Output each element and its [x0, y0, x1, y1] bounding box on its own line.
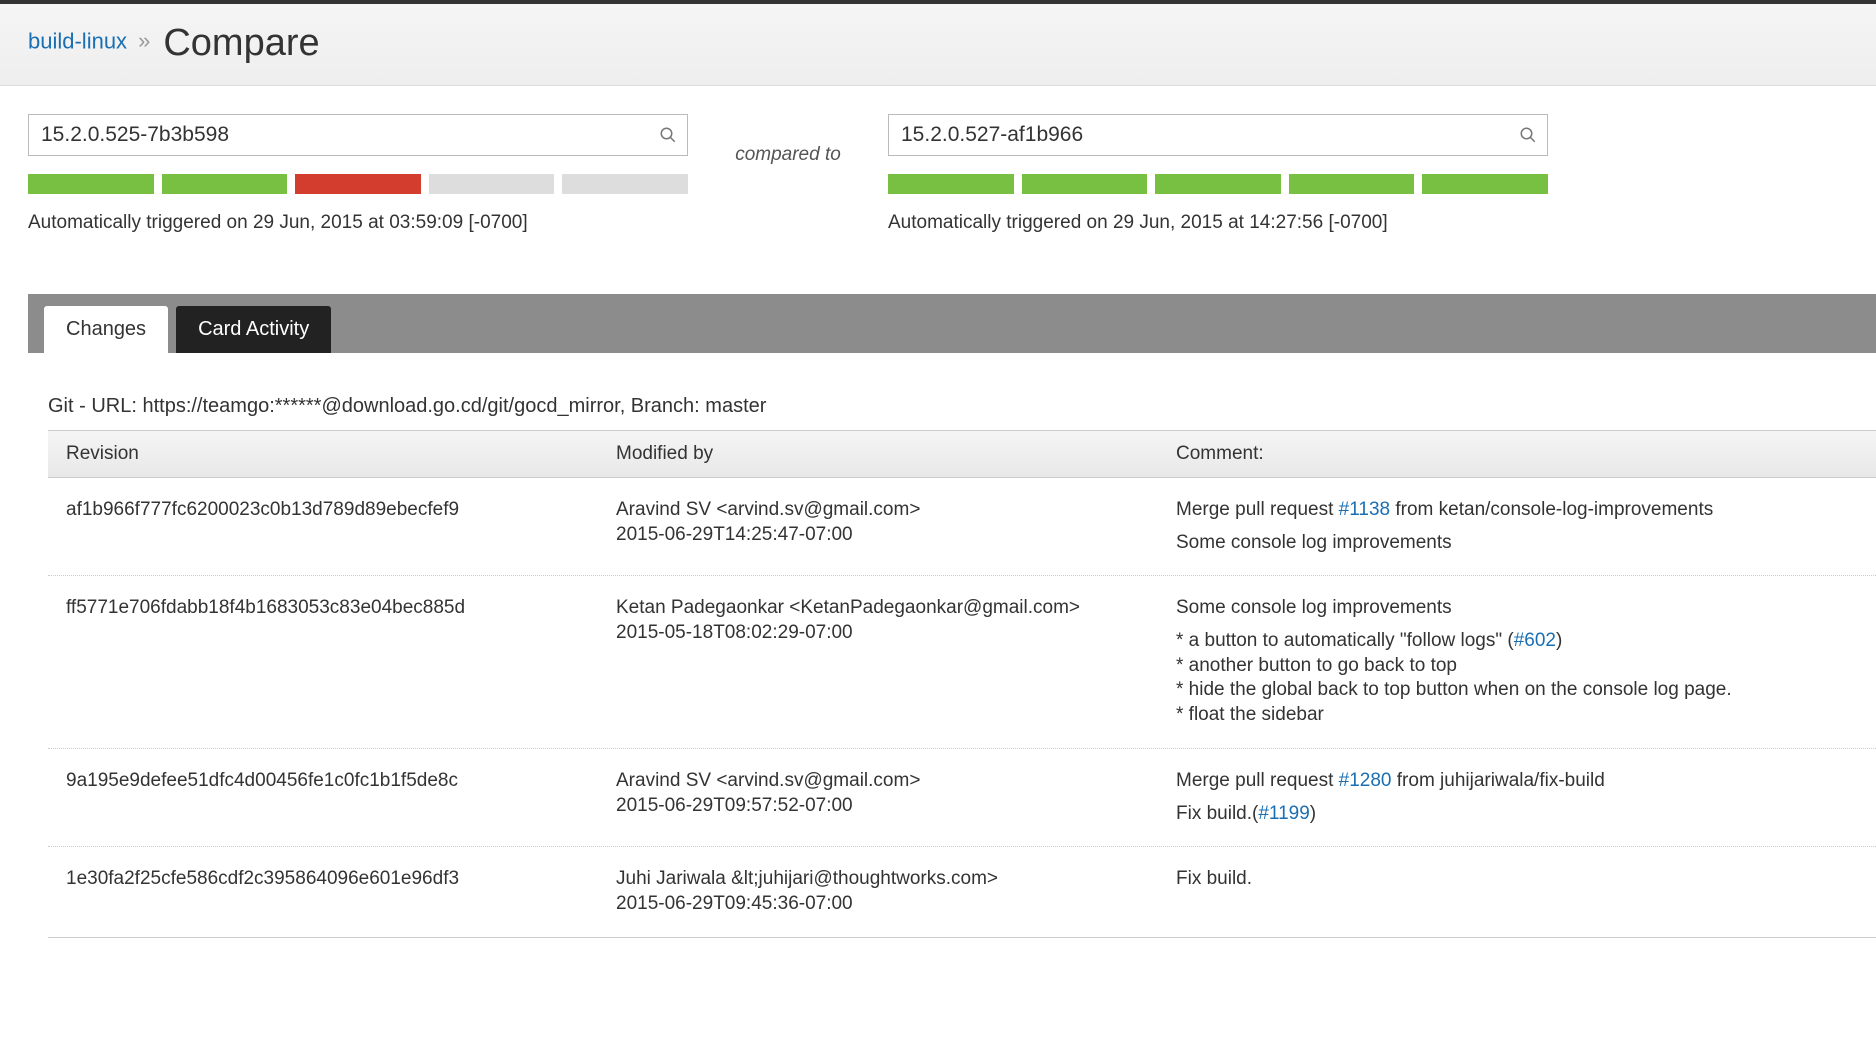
- search-icon[interactable]: [1519, 126, 1537, 144]
- revision-cell: 9a195e9defee51dfc4d00456fe1c0fc1b1f5de8c: [48, 769, 598, 826]
- stage-bar[interactable]: [28, 174, 154, 194]
- stage-bar[interactable]: [162, 174, 288, 194]
- changes-table: Revision Modified by Comment: af1b966f77…: [48, 430, 1876, 938]
- issue-link[interactable]: #602: [1514, 630, 1556, 651]
- comment-cell: Merge pull request #1280 from juhijariwa…: [1158, 769, 1876, 826]
- right-stage-bars: [888, 174, 1548, 194]
- revision-cell: ff5771e706fdabb18f4b1683053c83e04bec885d: [48, 596, 598, 727]
- compare-row: Automatically triggered on 29 Jun, 2015 …: [0, 86, 1876, 258]
- stage-bar[interactable]: [1422, 174, 1548, 194]
- modified-by-cell: Juhi Jariwala &lt;juhijari@thoughtworks.…: [598, 867, 1158, 916]
- column-header-revision: Revision: [48, 443, 598, 465]
- modified-by-cell: Aravind SV <arvind.sv@gmail.com>2015-06-…: [598, 498, 1158, 555]
- revision-cell: 1e30fa2f25cfe586cdf2c395864096e601e96df3: [48, 867, 598, 916]
- search-icon[interactable]: [659, 126, 677, 144]
- left-pipeline-search[interactable]: [28, 114, 688, 156]
- tab-changes[interactable]: Changes: [44, 306, 168, 353]
- repo-info: Git - URL: https://teamgo:******@downloa…: [48, 395, 1876, 418]
- comment-cell: Some console log improvements* a button …: [1158, 596, 1876, 727]
- right-pipeline-input[interactable]: [889, 115, 1547, 155]
- page-header: build-linux » Compare: [0, 4, 1876, 86]
- breadcrumb-separator: »: [138, 28, 150, 53]
- table-row: af1b966f777fc6200023c0b13d789d89ebecfef9…: [48, 478, 1876, 576]
- right-pipeline-search[interactable]: [888, 114, 1548, 156]
- page-title: Compare: [163, 22, 319, 64]
- issue-link[interactable]: #1280: [1339, 770, 1392, 791]
- tab-content: Git - URL: https://teamgo:******@downloa…: [0, 353, 1876, 938]
- column-header-modified-by: Modified by: [598, 443, 1158, 465]
- stage-bar[interactable]: [295, 174, 421, 194]
- comment-cell: Fix build.: [1158, 867, 1876, 916]
- left-trigger-text: Automatically triggered on 29 Jun, 2015 …: [28, 212, 688, 234]
- stage-bar[interactable]: [562, 174, 688, 194]
- issue-link[interactable]: #1138: [1339, 499, 1390, 520]
- column-header-comment: Comment:: [1158, 443, 1876, 465]
- stage-bar[interactable]: [1022, 174, 1148, 194]
- breadcrumb-link[interactable]: build-linux: [28, 28, 127, 53]
- issue-link[interactable]: #1199: [1258, 803, 1309, 824]
- tabs-bar: Changes Card Activity: [28, 294, 1876, 353]
- table-row: 9a195e9defee51dfc4d00456fe1c0fc1b1f5de8c…: [48, 749, 1876, 847]
- stage-bar[interactable]: [1155, 174, 1281, 194]
- compare-right-column: Automatically triggered on 29 Jun, 2015 …: [888, 114, 1548, 234]
- table-header: Revision Modified by Comment:: [48, 430, 1876, 478]
- left-stage-bars: [28, 174, 688, 194]
- comment-cell: Merge pull request #1138 from ketan/cons…: [1158, 498, 1876, 555]
- compare-left-column: Automatically triggered on 29 Jun, 2015 …: [28, 114, 688, 234]
- table-row: 1e30fa2f25cfe586cdf2c395864096e601e96df3…: [48, 847, 1876, 937]
- modified-by-cell: Aravind SV <arvind.sv@gmail.com>2015-06-…: [598, 769, 1158, 826]
- modified-by-cell: Ketan Padegaonkar <KetanPadegaonkar@gmai…: [598, 596, 1158, 727]
- revision-cell: af1b966f777fc6200023c0b13d789d89ebecfef9: [48, 498, 598, 555]
- stage-bar[interactable]: [888, 174, 1014, 194]
- stage-bar[interactable]: [1289, 174, 1415, 194]
- right-trigger-text: Automatically triggered on 29 Jun, 2015 …: [888, 212, 1548, 234]
- stage-bar[interactable]: [429, 174, 555, 194]
- left-pipeline-input[interactable]: [29, 115, 687, 155]
- tab-card-activity[interactable]: Card Activity: [176, 306, 331, 353]
- table-row: ff5771e706fdabb18f4b1683053c83e04bec885d…: [48, 576, 1876, 748]
- compared-to-label: compared to: [728, 114, 848, 166]
